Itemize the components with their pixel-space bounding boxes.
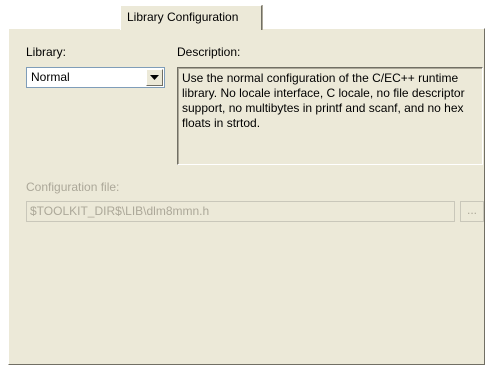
- chevron-down-icon: [150, 75, 159, 80]
- configuration-file-label: Configuration file:: [26, 180, 120, 194]
- library-configuration-page: Library Configuration Library: Normal De…: [0, 0, 488, 367]
- dropdown-button[interactable]: [146, 69, 163, 86]
- library-label: Library:: [26, 45, 67, 59]
- tab-library-configuration[interactable]: Library Configuration: [120, 5, 262, 30]
- browse-button[interactable]: ...: [460, 201, 484, 222]
- library-dropdown[interactable]: Normal: [26, 67, 165, 88]
- tab-panel: Library: Normal Description: Use the nor…: [8, 28, 485, 365]
- description-box: Use the normal configuration of the C/EC…: [177, 67, 483, 165]
- configuration-file-value: $TOOLKIT_DIR$\LIB\dlm8mmn.h: [30, 204, 210, 218]
- description-text: Use the normal configuration of the C/EC…: [182, 71, 465, 130]
- tab-label: Library Configuration: [127, 10, 239, 24]
- configuration-file-field[interactable]: $TOOLKIT_DIR$\LIB\dlm8mmn.h: [26, 201, 455, 222]
- library-selected-value: Normal: [31, 70, 70, 84]
- description-label: Description:: [177, 45, 241, 59]
